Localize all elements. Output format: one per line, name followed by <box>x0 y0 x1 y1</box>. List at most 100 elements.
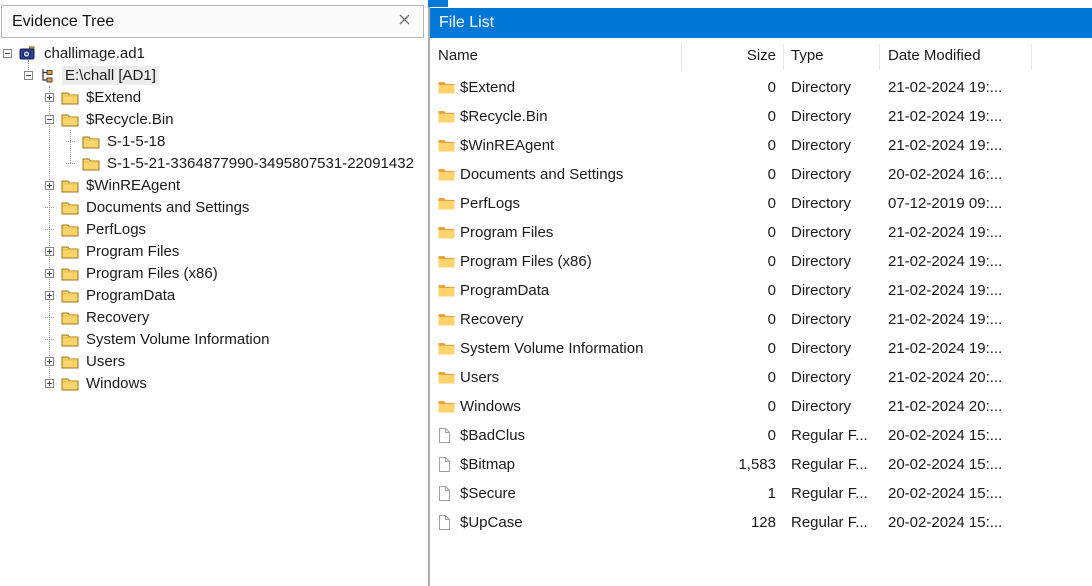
file-date-modified-cell: 21-02-2024 19:... <box>888 247 1031 276</box>
folder-flat-icon <box>438 81 455 94</box>
file-date-modified-cell: 20-02-2024 15:... <box>888 450 1031 479</box>
tree-item[interactable]: Program Files (x86) <box>0 262 428 284</box>
evidence-image-icon <box>19 46 37 61</box>
tree-item[interactable]: Documents and Settings <box>0 196 428 218</box>
file-icon <box>438 428 455 443</box>
tree-item-label: Users <box>83 352 128 371</box>
column-separator[interactable] <box>879 44 880 70</box>
folder-flat-icon <box>438 255 455 268</box>
tree-item[interactable]: $Extend <box>0 86 428 108</box>
tree-item[interactable]: Program Files <box>0 240 428 262</box>
file-list-title: File List <box>439 14 494 32</box>
file-list-row[interactable]: ProgramData0Directory21-02-2024 19:... <box>430 276 1092 305</box>
tree-item[interactable]: $Recycle.Bin <box>0 108 428 130</box>
file-name-label: ProgramData <box>460 282 549 299</box>
file-list-row[interactable]: $WinREAgent0Directory21-02-2024 19:... <box>430 131 1092 160</box>
column-header-size[interactable]: Size <box>580 38 776 73</box>
tree-item[interactable]: Recovery <box>0 306 428 328</box>
file-list-row[interactable]: Windows0Directory21-02-2024 20:... <box>430 392 1092 421</box>
file-list-row[interactable]: $Secure1Regular F...20-02-2024 15:... <box>430 479 1092 508</box>
file-size-cell: 0 <box>630 160 776 189</box>
file-date-modified-cell: 20-02-2024 15:... <box>888 508 1031 537</box>
file-list-row[interactable]: Program Files0Directory21-02-2024 19:... <box>430 218 1092 247</box>
folder-flat-icon <box>438 197 455 210</box>
column-header-date-modified[interactable]: Date Modified <box>888 38 1031 73</box>
file-size-cell: 1 <box>630 479 776 508</box>
tree-item[interactable]: PerfLogs <box>0 218 428 240</box>
tree-item[interactable]: S-1-5-18 <box>0 130 428 152</box>
file-size-cell: 0 <box>630 102 776 131</box>
file-icon <box>438 515 455 530</box>
column-separator[interactable] <box>681 44 682 70</box>
file-name-label: Recovery <box>460 311 523 328</box>
file-list-row[interactable]: Recovery0Directory21-02-2024 19:... <box>430 305 1092 334</box>
evidence-tree-titlebar: Evidence Tree <box>1 5 424 38</box>
close-icon <box>398 13 411 31</box>
folder-flat-icon <box>438 226 455 239</box>
expand-plus-icon[interactable] <box>45 93 54 102</box>
tree-item[interactable]: System Volume Information <box>0 328 428 350</box>
file-list-row[interactable]: $Bitmap1,583Regular F...20-02-2024 15:..… <box>430 450 1092 479</box>
file-list-row[interactable]: Users0Directory21-02-2024 20:... <box>430 363 1092 392</box>
folder-classic-icon <box>61 178 79 193</box>
tree-item-label: S-1-5-18 <box>104 132 168 151</box>
file-date-modified-cell: 21-02-2024 19:... <box>888 73 1031 102</box>
file-type-cell: Directory <box>791 363 881 392</box>
file-type-cell: Directory <box>791 334 881 363</box>
file-list-row[interactable]: Documents and Settings0Directory20-02-20… <box>430 160 1092 189</box>
file-list-row[interactable]: Program Files (x86)0Directory21-02-2024 … <box>430 247 1092 276</box>
folder-classic-icon <box>61 266 79 281</box>
file-type-cell: Directory <box>791 131 881 160</box>
file-list-row[interactable]: $BadClus0Regular F...20-02-2024 15:... <box>430 421 1092 450</box>
tree-item-label: Recovery <box>83 308 152 327</box>
tree-item[interactable]: S-1-5-21-3364877990-3495807531-22091432 <box>0 152 428 174</box>
file-date-modified-cell: 21-02-2024 20:... <box>888 363 1031 392</box>
file-date-modified-cell: 21-02-2024 19:... <box>888 102 1031 131</box>
tree-item[interactable]: E:\chall [AD1] <box>0 64 428 86</box>
expand-plus-icon[interactable] <box>45 357 54 366</box>
expand-plus-icon[interactable] <box>45 181 54 190</box>
file-date-modified-cell: 21-02-2024 19:... <box>888 131 1031 160</box>
tree-item-label: Windows <box>83 374 150 393</box>
file-name-label: $BadClus <box>460 427 525 444</box>
file-list-row[interactable]: $Extend0Directory21-02-2024 19:... <box>430 73 1092 102</box>
collapse-minus-icon[interactable] <box>45 115 54 124</box>
tree-item-label: PerfLogs <box>83 220 149 239</box>
expand-plus-icon[interactable] <box>45 291 54 300</box>
file-type-cell: Regular F... <box>791 450 881 479</box>
file-type-cell: Regular F... <box>791 508 881 537</box>
close-pane-button[interactable] <box>395 13 413 31</box>
folder-flat-icon <box>438 284 455 297</box>
column-separator[interactable] <box>1031 44 1032 70</box>
tree-item[interactable]: Users <box>0 350 428 372</box>
file-list-row[interactable]: $UpCase128Regular F...20-02-2024 15:... <box>430 508 1092 537</box>
folder-classic-icon <box>82 156 100 171</box>
file-type-cell: Directory <box>791 102 881 131</box>
evidence-tree-panel: Evidence Tree challimage.ad1 E:\chall [AD… <box>0 0 428 586</box>
collapse-minus-icon[interactable] <box>24 71 33 80</box>
file-name-label: $Recycle.Bin <box>460 108 548 125</box>
file-list-row[interactable]: System Volume Information0Directory21-02… <box>430 334 1092 363</box>
file-name-label: PerfLogs <box>460 195 520 212</box>
file-list-row[interactable]: PerfLogs0Directory07-12-2019 09:... <box>430 189 1092 218</box>
tree-item-label: E:\chall [AD1] <box>62 66 159 85</box>
column-header-type[interactable]: Type <box>791 38 876 73</box>
file-name-label: System Volume Information <box>460 340 643 357</box>
evidence-tree: challimage.ad1 E:\chall [AD1]$Extend$Recy… <box>0 42 428 394</box>
expand-plus-icon[interactable] <box>45 379 54 388</box>
folder-flat-icon <box>438 400 455 413</box>
tree-item[interactable]: ProgramData <box>0 284 428 306</box>
expand-plus-icon[interactable] <box>45 269 54 278</box>
file-name-label: $Bitmap <box>460 456 515 473</box>
column-separator[interactable] <box>783 44 784 70</box>
file-name-label: $UpCase <box>460 514 523 531</box>
expand-plus-icon[interactable] <box>45 247 54 256</box>
file-list-row[interactable]: $Recycle.Bin 0 Directory21-02-2024 19:... <box>430 102 1092 131</box>
collapse-minus-icon[interactable] <box>3 49 12 58</box>
tree-item[interactable]: $WinREAgent <box>0 174 428 196</box>
tree-item[interactable]: Windows <box>0 372 428 394</box>
tree-item[interactable]: challimage.ad1 <box>0 42 428 64</box>
file-size-cell: 0 <box>630 247 776 276</box>
tree-connector-line <box>45 207 54 208</box>
file-size-cell: 0 <box>630 421 776 450</box>
